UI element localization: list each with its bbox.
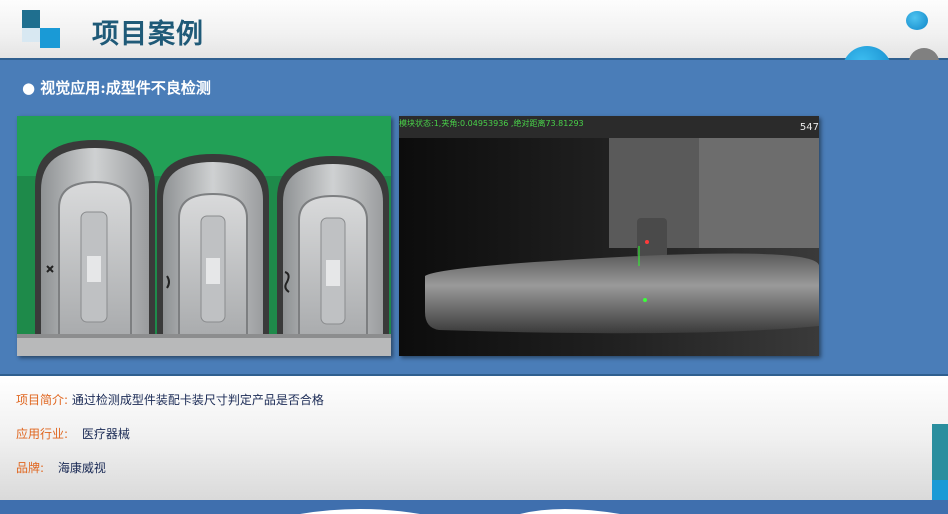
vision-inspection-image: 模块状态:1,夹角:0.04953936 ,绝对距离73.81293 547 bbox=[399, 116, 819, 356]
intro-value: 通过检测成型件装配卡装尺寸判定产品是否合格 bbox=[71, 393, 324, 407]
brand-value: 海康威视 bbox=[57, 461, 106, 475]
small-blue-circle-icon bbox=[906, 11, 928, 30]
section-subtitle: ● 视觉应用:成型件不良检测 bbox=[22, 79, 211, 97]
intro-label: 项目简介: bbox=[16, 393, 69, 407]
side-tab-blue bbox=[932, 480, 948, 502]
industry-label: 应用行业: bbox=[16, 427, 69, 441]
footer-arc-decoration bbox=[300, 509, 620, 514]
camera-corner-number: 547 bbox=[799, 122, 819, 133]
industry-row: 应用行业: 医疗器械 bbox=[16, 425, 130, 442]
molded-parts-photo bbox=[17, 116, 391, 356]
camera-status-text: 模块状态:1,夹角:0.04953936 ,绝对距离73.81293 bbox=[399, 119, 584, 128]
industry-value: 医疗器械 bbox=[81, 427, 130, 441]
intro-row: 项目简介: 通过检测成型件装配卡装尺寸判定产品是否合格 bbox=[16, 391, 324, 408]
brand-label: 品牌: bbox=[16, 461, 45, 475]
side-tab-teal bbox=[932, 424, 948, 480]
page-title: 项目案例 bbox=[92, 19, 204, 50]
brand-row: 品牌: 海康威视 bbox=[16, 459, 106, 476]
